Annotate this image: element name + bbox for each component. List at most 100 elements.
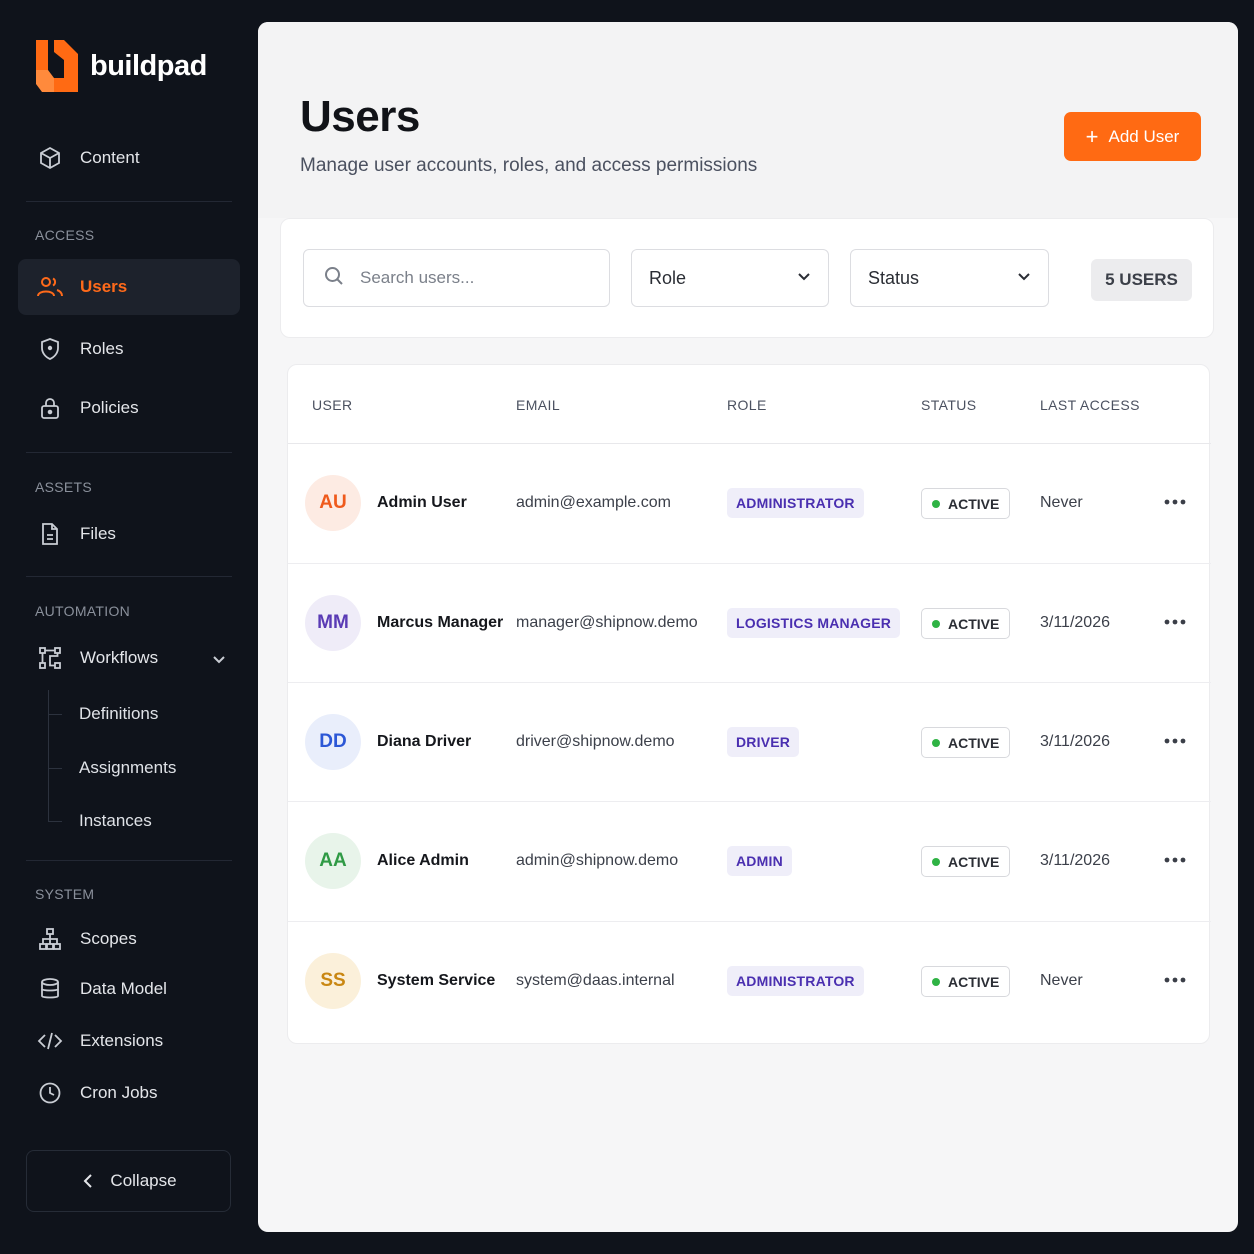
sidebar-item-roles[interactable]: Roles	[18, 321, 240, 377]
submenu-tick	[48, 821, 62, 822]
status-filter-label: Status	[868, 267, 920, 288]
submenu-tick	[48, 714, 62, 715]
user-email: system@daas.internal	[516, 972, 675, 989]
avatar: AA	[305, 833, 361, 889]
sidebar-item-label: Extensions	[80, 1031, 164, 1050]
last-access: Never	[1040, 494, 1083, 511]
sidebar-item-workflows[interactable]: Workflows	[18, 630, 240, 686]
role-badge: DRIVER	[727, 727, 800, 757]
table-row[interactable]: MM Marcus Manager manager@shipnow.demo L…	[288, 564, 1211, 683]
search-icon	[324, 266, 344, 291]
sidebar-item-label: Policies	[80, 398, 139, 417]
table-row[interactable]: AA Alice Admin admin@shipnow.demo ADMIN …	[288, 802, 1211, 922]
sidebar-item-cron-jobs[interactable]: Cron Jobs	[18, 1065, 240, 1121]
sidebar-item-label: Roles	[80, 339, 124, 358]
sidebar-divider	[26, 576, 232, 577]
collapse-label: Collapse	[110, 1171, 177, 1190]
sidebar-subitem-definitions[interactable]: Definitions	[79, 704, 158, 724]
user-count-badge: 5 USERS	[1091, 259, 1192, 301]
column-header-email[interactable]: EMAIL	[516, 397, 560, 413]
last-access: Never	[1040, 972, 1083, 989]
page-subtitle: Manage user accounts, roles, and access …	[300, 155, 758, 176]
sidebar: buildpad Content ACCESS Users Roles Poli…	[0, 0, 258, 1254]
lock-icon	[36, 394, 64, 422]
search-box[interactable]	[303, 249, 610, 307]
sidebar-subitem-instances[interactable]: Instances	[79, 811, 152, 831]
sidebar-item-scopes[interactable]: Scopes	[18, 911, 240, 967]
sidebar-subitem-assignments[interactable]: Assignments	[79, 758, 176, 778]
status-badge: ACTIVE	[921, 727, 1011, 758]
status-text: ACTIVE	[948, 734, 1000, 751]
role-badge: LOGISTICS MANAGER	[727, 608, 901, 638]
table-row[interactable]: AU Admin User admin@example.com ADMINIST…	[288, 444, 1211, 564]
status-badge: ACTIVE	[921, 608, 1011, 639]
status-badge: ACTIVE	[921, 846, 1011, 877]
status-badge: ACTIVE	[921, 488, 1011, 519]
app-logo[interactable]: buildpad	[34, 40, 207, 92]
column-header-status[interactable]: STATUS	[921, 397, 977, 413]
section-label-access: ACCESS	[35, 227, 95, 243]
more-horizontal-icon	[1164, 857, 1186, 863]
column-header-last-access[interactable]: LAST ACCESS	[1040, 397, 1140, 413]
last-access: 3/11/2026	[1040, 733, 1110, 750]
chevron-down-icon[interactable]	[210, 650, 228, 673]
sidebar-divider	[26, 860, 232, 861]
status-text: ACTIVE	[948, 853, 1000, 870]
main-panel: Users Manage user accounts, roles, and a…	[258, 22, 1238, 1232]
workflow-icon	[36, 644, 64, 672]
chevron-down-icon	[1016, 268, 1032, 289]
sidebar-item-files[interactable]: Files	[18, 506, 240, 562]
row-actions-button[interactable]	[1162, 490, 1188, 514]
last-access: 3/11/2026	[1040, 614, 1110, 631]
last-access: 3/11/2026	[1040, 852, 1110, 869]
row-actions-button[interactable]	[1162, 848, 1188, 872]
clock-icon	[36, 1079, 64, 1107]
status-text: ACTIVE	[948, 615, 1000, 632]
row-actions-button[interactable]	[1162, 729, 1188, 753]
user-name: Alice Admin	[377, 852, 469, 869]
sidebar-item-label: Scopes	[80, 929, 137, 948]
section-label-assets: ASSETS	[35, 479, 93, 495]
status-dot-icon	[932, 738, 940, 747]
column-header-role[interactable]: ROLE	[727, 397, 767, 413]
plus-icon: +	[1085, 123, 1099, 149]
status-text: ACTIVE	[948, 973, 1000, 990]
sidebar-item-policies[interactable]: Policies	[18, 380, 240, 436]
code-icon	[36, 1027, 64, 1055]
sidebar-item-label: Cron Jobs	[80, 1083, 158, 1102]
role-filter-label: Role	[649, 267, 687, 288]
submenu-tick	[48, 768, 62, 769]
status-dot-icon	[932, 619, 940, 628]
avatar: DD	[305, 714, 361, 770]
search-input[interactable]	[360, 268, 580, 288]
more-horizontal-icon	[1164, 619, 1186, 625]
cube-icon	[36, 144, 64, 172]
page-title: Users	[300, 92, 420, 141]
more-horizontal-icon	[1164, 738, 1186, 744]
column-header-user[interactable]: USER	[312, 397, 353, 413]
status-dot-icon	[932, 977, 940, 986]
sidebar-item-label: Content	[80, 148, 140, 167]
sidebar-item-label: Users	[80, 277, 128, 296]
more-horizontal-icon	[1164, 499, 1186, 505]
table-row[interactable]: SS System Service system@daas.internal A…	[288, 922, 1211, 1045]
role-badge: ADMIN	[727, 846, 792, 876]
sidebar-item-data-model[interactable]: Data Model	[18, 961, 240, 1017]
add-user-button[interactable]: + Add User	[1064, 112, 1201, 161]
collapse-button[interactable]: Collapse	[26, 1150, 231, 1212]
status-badge: ACTIVE	[921, 966, 1011, 997]
role-filter-select[interactable]: Role	[631, 249, 829, 307]
sidebar-item-extensions[interactable]: Extensions	[18, 1013, 240, 1069]
filter-bar: Role Status 5 USERS	[280, 218, 1214, 338]
row-actions-button[interactable]	[1162, 610, 1188, 634]
file-icon	[36, 520, 64, 548]
status-filter-select[interactable]: Status	[850, 249, 1049, 307]
sidebar-item-users[interactable]: Users	[18, 259, 240, 315]
status-dot-icon	[932, 499, 940, 508]
table-row[interactable]: DD Diana Driver driver@shipnow.demo DRIV…	[288, 683, 1211, 802]
sidebar-item-label: Data Model	[80, 979, 167, 998]
add-user-label: Add User	[1108, 126, 1180, 146]
sidebar-item-content[interactable]: Content	[18, 130, 240, 186]
row-actions-button[interactable]	[1162, 968, 1188, 992]
role-badge: ADMINISTRATOR	[727, 488, 864, 518]
